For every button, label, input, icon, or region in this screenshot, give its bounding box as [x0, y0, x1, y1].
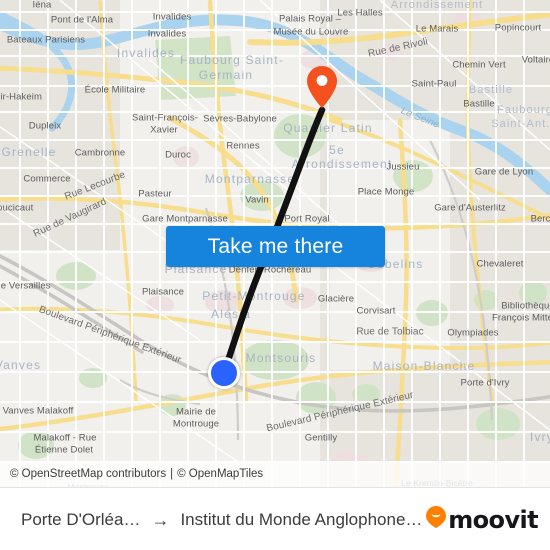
moovit-pin-icon — [425, 505, 447, 534]
destination-pin-icon[interactable] — [306, 65, 338, 114]
moovit-logo[interactable]: moovit — [425, 505, 550, 534]
arrow-right-icon: → — [151, 509, 170, 530]
map-canvas[interactable]: Iéna Pont de l'Alma Bateaux Parisiens Inval… — [0, 0, 550, 487]
moovit-trip-screen: Iéna Pont de l'Alma Bateaux Parisiens Inval… — [0, 0, 550, 550]
origin-dot-icon[interactable] — [208, 357, 240, 389]
attribution-osm[interactable]: © OpenStreetMap contributors — [10, 468, 166, 480]
map-attribution: © OpenStreetMap contributors | © OpenMap… — [0, 461, 550, 487]
moovit-wordmark: moovit — [448, 505, 538, 534]
trip-origin-label[interactable]: Porte D'Orléa… — [21, 510, 140, 530]
trip-destination-label[interactable]: Institut du Monde Anglophone - U… — [180, 510, 425, 530]
attribution-separator: | — [170, 468, 174, 480]
trip-endpoints[interactable]: Porte D'Orléa… → Institut du Monde Anglo… — [0, 510, 425, 530]
take-me-there-button[interactable]: Take me there — [166, 226, 385, 267]
attribution-tiles[interactable]: © OpenMapTiles — [177, 468, 263, 480]
trip-summary-bar: Porte D'Orléa… → Institut du Monde Anglo… — [0, 487, 550, 550]
